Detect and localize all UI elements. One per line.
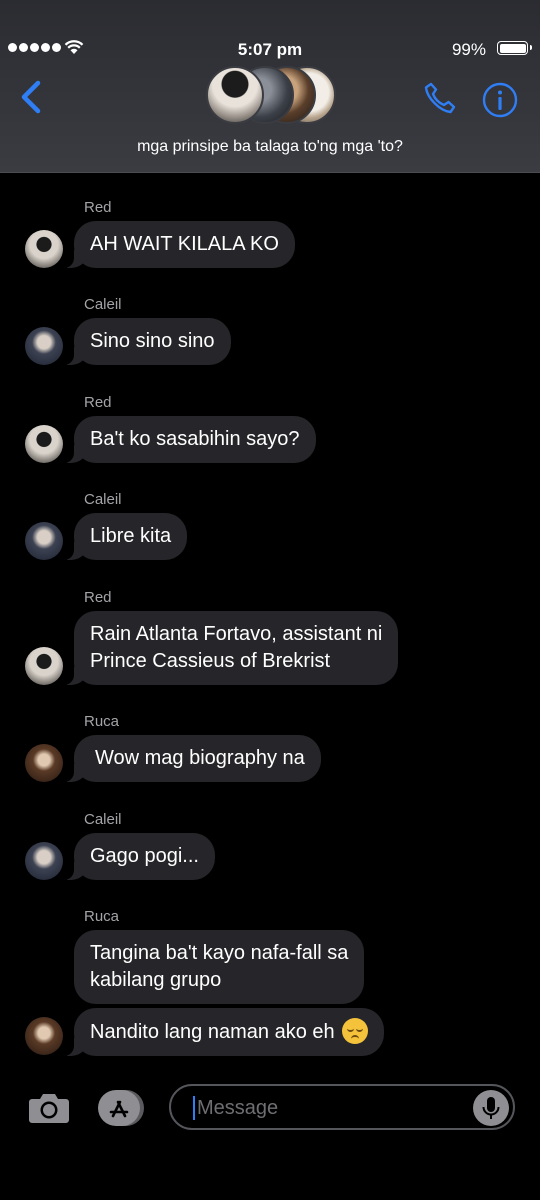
sender-name: Caleil bbox=[84, 491, 122, 508]
message-composer: Message bbox=[0, 1078, 540, 1138]
group-avatar-stack[interactable] bbox=[206, 66, 336, 128]
sender-avatar[interactable] bbox=[25, 522, 63, 560]
message-bubble[interactable]: Gago pogi... bbox=[64, 833, 215, 880]
message-text: Sino sino sino bbox=[90, 330, 215, 352]
sender-name: Red bbox=[84, 199, 112, 216]
message-text: Gago pogi... bbox=[90, 845, 199, 867]
battery-percentage: 99% bbox=[451, 40, 486, 59]
message-text-line: Rain Atlanta Fortavo, assistant ni bbox=[90, 623, 383, 645]
sender-name: Red bbox=[84, 394, 112, 411]
sender-name: Caleil bbox=[84, 811, 122, 828]
conversation-title[interactable]: mga prinsipe ba talaga to'ng mga 'to? bbox=[0, 138, 540, 156]
sender-avatar[interactable] bbox=[25, 744, 63, 782]
camera-icon[interactable] bbox=[28, 1090, 70, 1124]
message-text-line: Prince Cassieus of Brekrist bbox=[90, 650, 331, 672]
battery-icon bbox=[497, 41, 532, 55]
microphone-icon bbox=[482, 1097, 500, 1119]
sender-avatar[interactable] bbox=[25, 425, 63, 463]
back-chevron-icon[interactable] bbox=[18, 80, 44, 114]
message-bubble[interactable]: Tangina ba't kayo nafa-fall sa kabilang … bbox=[74, 930, 365, 1004]
message-text: Libre kita bbox=[90, 525, 172, 547]
message-text-line: Tangina ba't kayo nafa-fall sa bbox=[90, 942, 349, 964]
sender-avatar[interactable] bbox=[25, 327, 63, 365]
sender-avatar[interactable] bbox=[25, 647, 63, 685]
sender-name: Ruca bbox=[84, 713, 120, 730]
sender-name: Caleil bbox=[84, 296, 122, 313]
info-icon[interactable] bbox=[482, 82, 518, 118]
sender-avatar[interactable] bbox=[25, 1017, 63, 1055]
message-bubble[interactable]: Rain Atlanta Fortavo, assistant ni Princ… bbox=[63, 611, 399, 685]
message-text: Nandito lang naman ako eh bbox=[90, 1021, 335, 1043]
message-input-placeholder: Message bbox=[197, 1097, 279, 1119]
sender-avatar[interactable] bbox=[25, 842, 63, 880]
sender-avatar[interactable] bbox=[25, 230, 63, 268]
message-bubble[interactable]: Libre kita bbox=[63, 513, 188, 560]
sender-name: Ruca bbox=[84, 908, 120, 925]
message-bubble[interactable]: Ba't ko sasabihin sayo? bbox=[64, 416, 316, 463]
sender-name: Red bbox=[84, 589, 112, 606]
message-bubble[interactable]: Sino sino sino bbox=[64, 318, 231, 365]
message-text: AH WAIT KILALA KO bbox=[90, 233, 279, 255]
app-store-icon[interactable] bbox=[98, 1088, 146, 1128]
pensive-face-emoji-icon bbox=[342, 1018, 369, 1044]
message-text: Ba't ko sasabihin sayo? bbox=[90, 428, 300, 450]
microphone-button[interactable] bbox=[473, 1090, 509, 1126]
message-text-line: kabilang grupo bbox=[90, 969, 222, 991]
phone-call-icon[interactable] bbox=[422, 80, 458, 116]
navigation-header: 5:07 pm 99% mga prinsipe ba talaga to'ng… bbox=[0, 0, 540, 173]
message-text: Wow mag biography na bbox=[95, 747, 305, 769]
message-bubble[interactable]: Nandito lang naman ako eh bbox=[63, 1008, 385, 1056]
group-avatar bbox=[206, 66, 264, 124]
message-bubble[interactable]: Wow mag biography na bbox=[64, 735, 321, 782]
message-input[interactable]: Message bbox=[169, 1084, 515, 1130]
status-bar: 5:07 pm 99% bbox=[0, 36, 540, 64]
text-cursor bbox=[193, 1096, 195, 1120]
message-bubble[interactable]: AH WAIT KILALA KO bbox=[64, 221, 295, 268]
